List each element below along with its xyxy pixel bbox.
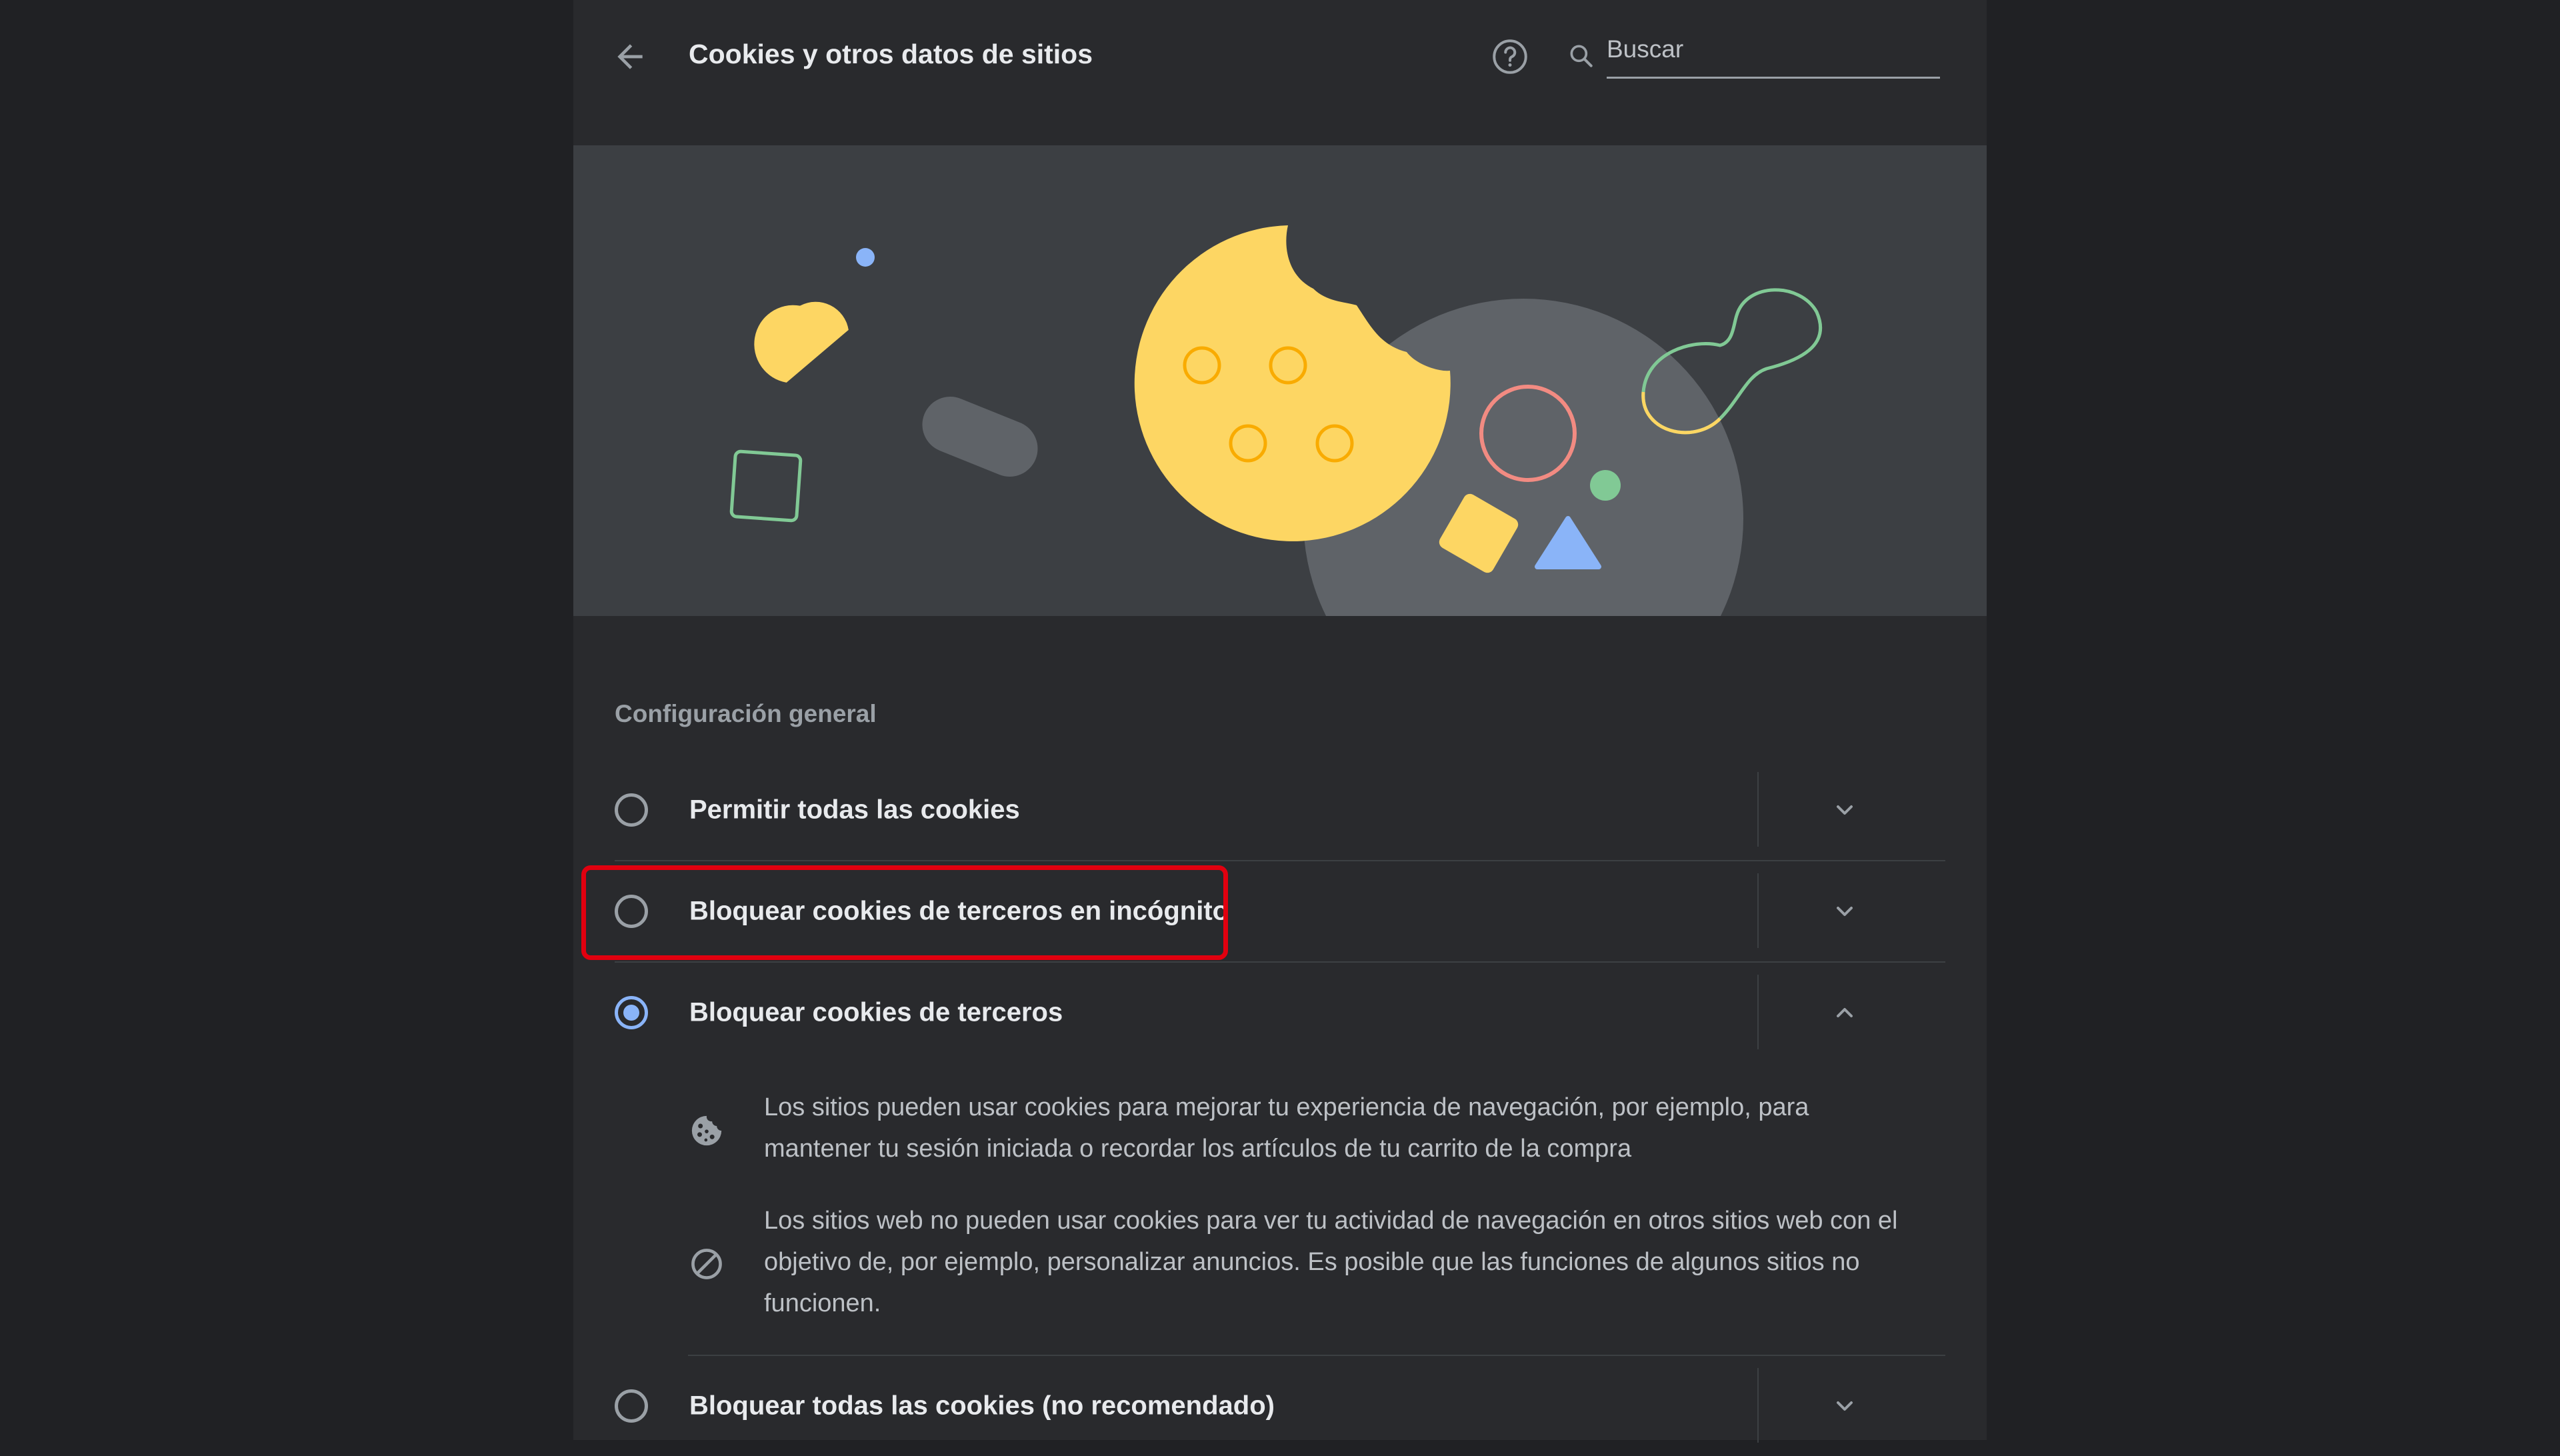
option-block-all-cookies[interactable]: Bloquear todas las cookies (no recomenda… bbox=[615, 1356, 1945, 1456]
chevron-down-icon bbox=[1837, 805, 1853, 815]
grey-pill-shape bbox=[922, 397, 1038, 477]
radio-block-third-party[interactable] bbox=[615, 996, 648, 1029]
option-label: Permitir todas las cookies bbox=[689, 795, 1020, 825]
detail-blocked: Los sitios web no pueden usar cookies pa… bbox=[687, 1200, 1907, 1333]
blue-dot-shape bbox=[856, 248, 875, 267]
expand-button[interactable] bbox=[1821, 1383, 1868, 1429]
detail-allowed: Los sitios pueden usar cookies para mejo… bbox=[687, 1087, 1907, 1173]
help-button[interactable] bbox=[1487, 33, 1533, 80]
detail-icon-wrap bbox=[687, 1111, 727, 1151]
page-title: Cookies y otros datos de sitios bbox=[689, 39, 1093, 69]
cookie-illustration-icon bbox=[1134, 225, 1451, 541]
chevron-up-icon bbox=[1837, 1008, 1853, 1017]
settings-panel: Cookies y otros datos de sitios Buscar C… bbox=[573, 0, 1987, 1443]
option-block-third-party-incognito[interactable]: Bloquear cookies de terceros en incógnit… bbox=[615, 861, 1945, 961]
option-block-third-party[interactable]: Bloquear cookies de terceros bbox=[615, 963, 1945, 1063]
search-box bbox=[1567, 32, 1940, 80]
cookies-illustration bbox=[573, 145, 1987, 616]
green-square-shape bbox=[729, 449, 803, 523]
chevron-down-icon bbox=[1837, 1401, 1853, 1411]
detail-icon-wrap bbox=[687, 1244, 727, 1284]
option-label: Bloquear cookies de terceros bbox=[689, 997, 1063, 1027]
radio-block-incognito[interactable] bbox=[615, 895, 648, 928]
search-input[interactable] bbox=[1607, 32, 1940, 79]
section-title: Configuración general bbox=[615, 700, 877, 727]
option-label: Bloquear cookies de terceros en incógnit… bbox=[689, 896, 1229, 926]
detail-text: Los sitios web no pueden usar cookies pa… bbox=[764, 1207, 1898, 1317]
expand-button[interactable] bbox=[1821, 888, 1868, 935]
block-icon bbox=[691, 1249, 722, 1279]
row-divider bbox=[1757, 873, 1759, 948]
back-button[interactable] bbox=[607, 33, 653, 80]
page-header: Cookies y otros datos de sitios bbox=[573, 0, 1987, 113]
radio-block-all[interactable] bbox=[615, 1389, 648, 1423]
arrow-back-icon bbox=[617, 44, 643, 69]
row-divider bbox=[1757, 772, 1759, 847]
search-icon bbox=[1570, 45, 1593, 67]
expand-button[interactable] bbox=[1821, 787, 1868, 833]
yellow-half-shape bbox=[754, 301, 849, 383]
cookie-icon bbox=[691, 1115, 722, 1146]
radio-allow-all[interactable] bbox=[615, 793, 648, 827]
chevron-down-icon bbox=[1837, 907, 1853, 916]
detail-text: Los sitios pueden usar cookies para mejo… bbox=[764, 1093, 1809, 1163]
option-label: Bloquear todas las cookies (no recomenda… bbox=[689, 1391, 1275, 1421]
collapse-button[interactable] bbox=[1821, 989, 1868, 1036]
green-dot-shape bbox=[1590, 470, 1621, 501]
row-divider bbox=[1757, 1368, 1759, 1443]
option-allow-all-cookies[interactable]: Permitir todas las cookies bbox=[615, 760, 1945, 860]
row-divider bbox=[1757, 975, 1759, 1049]
help-icon bbox=[1493, 39, 1527, 74]
